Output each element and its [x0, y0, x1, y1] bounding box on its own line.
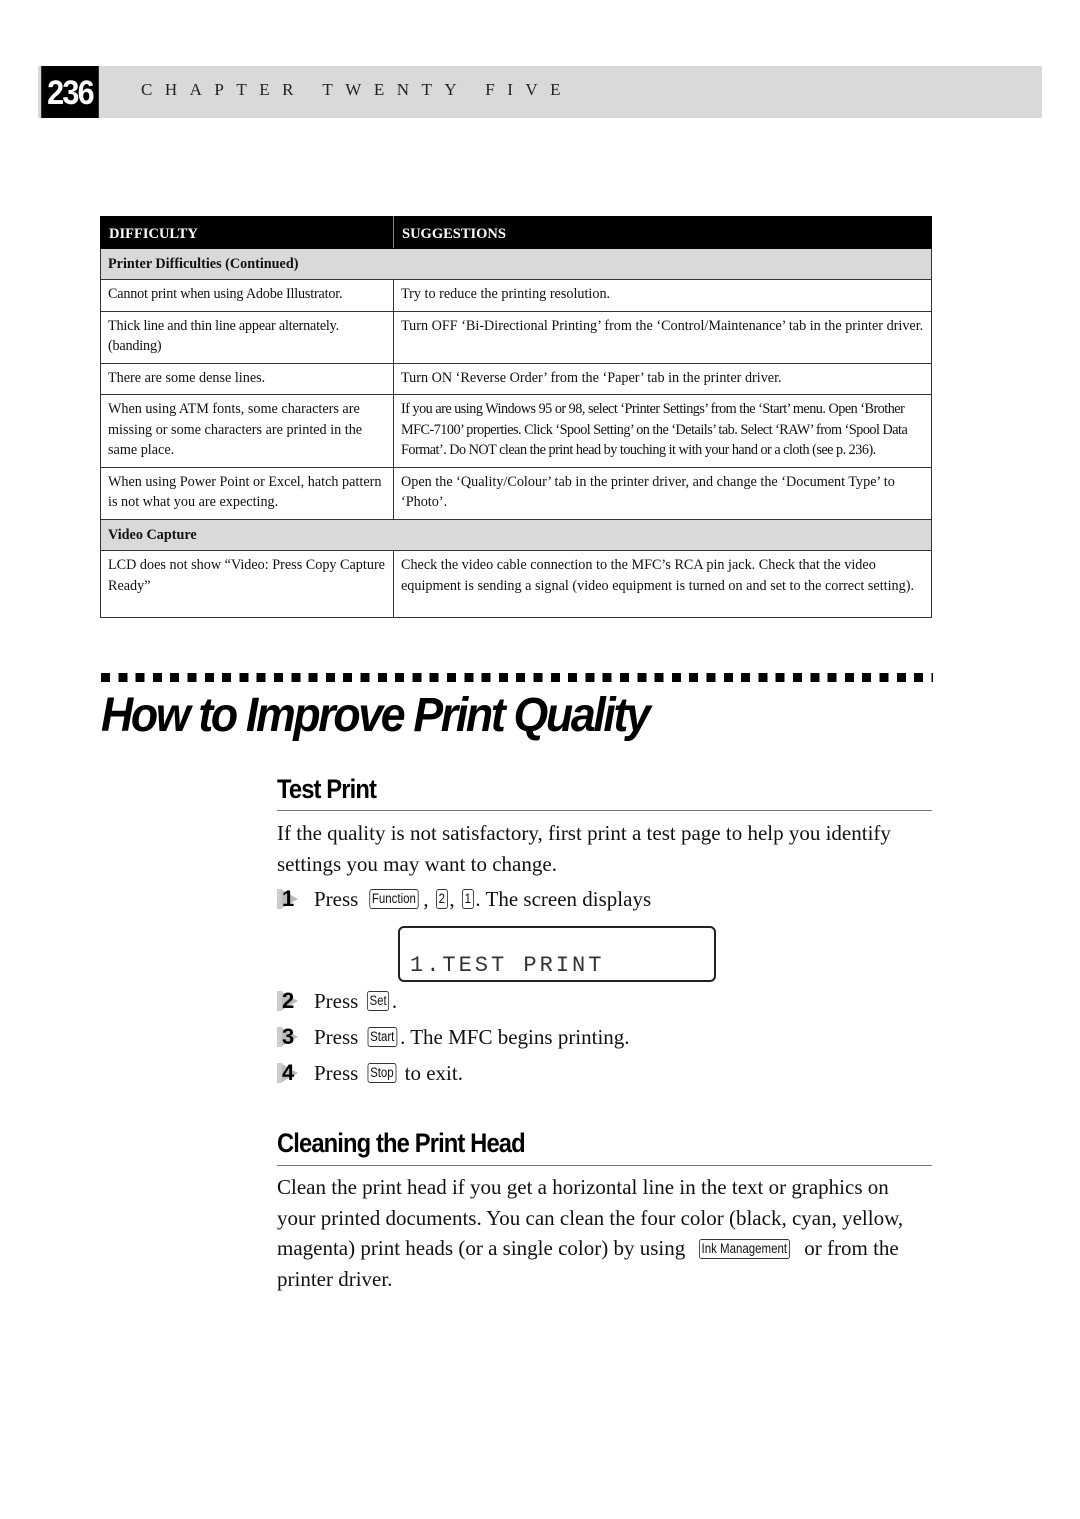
cleaning-heading: Cleaning the Print Head — [277, 1128, 526, 1158]
difficulty-cell: Cannot print when using Adobe Illustrato… — [100, 279, 394, 312]
section-title: Video Capture — [100, 518, 932, 551]
table-row: Cannot print when using Adobe Illustrato… — [100, 279, 932, 312]
step-3: 3 Press Start. The MFC begins printing. — [277, 1024, 630, 1050]
test-print-intro: If the quality is not satisfactory, firs… — [277, 821, 891, 876]
page-number: 236 — [41, 66, 99, 118]
difficulty-cell: When using Power Point or Excel, hatch p… — [100, 466, 394, 520]
key-2[interactable]: 2 — [435, 889, 448, 909]
suggestion-cell: Open the ‘Quality/Colour’ tab in the pri… — [393, 466, 932, 520]
step-text: . — [391, 989, 398, 1013]
step-text: Press — [314, 1025, 359, 1049]
stop-key[interactable]: Stop — [367, 1063, 396, 1083]
dotted-divider — [101, 673, 933, 682]
suggestion-cell: Check the video cable connection to the … — [393, 550, 932, 618]
difficulty-cell: LCD does not show “Video: Press Copy Cap… — [100, 550, 394, 618]
step-text: Press — [314, 989, 359, 1013]
step-4: 4 Press Stop to exit. — [277, 1060, 463, 1086]
section-title-heading: How to Improve Print Quality — [101, 689, 651, 742]
suggestion-cell: Turn OFF ‘Bi-Directional Printing’ from … — [393, 310, 932, 364]
step-text: to exit. — [399, 1061, 463, 1085]
cleaning-paragraph: Clean the print head if you get a horizo… — [277, 1172, 927, 1294]
column-header-suggestions: SUGGESTIONS — [393, 216, 932, 249]
step-text: . The screen displays — [475, 887, 652, 911]
table-row: There are some dense lines. Turn ON ‘Rev… — [100, 362, 932, 395]
table-row: When using Power Point or Excel, hatch p… — [100, 466, 932, 520]
table-row: Thick line and thin line appear alternat… — [100, 310, 932, 364]
troubleshooting-table: DIFFICULTY SUGGESTIONS Printer Difficult… — [100, 216, 932, 618]
suggestion-cell: Turn ON ‘Reverse Order’ from the ‘Paper’… — [393, 362, 932, 395]
section-row: Printer Difficulties (Continued) — [100, 247, 932, 280]
step-number-marker: 1 — [277, 886, 314, 912]
heading-rule — [277, 810, 932, 811]
key-1[interactable]: 1 — [461, 889, 474, 909]
suggestion-cell: Try to reduce the printing resolution. — [393, 279, 932, 312]
step-text: Press — [314, 887, 359, 911]
set-key[interactable]: Set — [366, 991, 389, 1011]
step-number-marker: 2 — [277, 988, 314, 1014]
chapter-title: CHAPTER TWENTY FIVE — [141, 80, 574, 99]
step-text: . The MFC begins printing. — [400, 1025, 630, 1049]
table-header-row: DIFFICULTY SUGGESTIONS — [100, 216, 932, 249]
table-row: LCD does not show “Video: Press Copy Cap… — [100, 550, 932, 618]
heading-rule — [277, 1165, 932, 1166]
table-row: When using ATM fonts, some characters ar… — [100, 394, 932, 468]
step-2: 2 Press Set. — [277, 988, 398, 1014]
test-print-heading: Test Print — [277, 774, 377, 804]
step-number-marker: 3 — [277, 1024, 314, 1050]
start-key[interactable]: Start — [367, 1027, 397, 1047]
step-number-marker: 4 — [277, 1060, 314, 1086]
column-header-difficulty: DIFFICULTY — [100, 216, 394, 249]
difficulty-cell: There are some dense lines. — [100, 362, 394, 395]
suggestion-cell: If you are using Windows 95 or 98, selec… — [393, 394, 932, 468]
difficulty-cell: When using ATM fonts, some characters ar… — [100, 394, 394, 468]
step-text: Press — [314, 1061, 359, 1085]
difficulty-cell: Thick line and thin line appear alternat… — [100, 310, 394, 364]
lcd-display: 1.TEST PRINT — [398, 926, 716, 982]
section-title: Printer Difficulties (Continued) — [100, 247, 932, 280]
function-key[interactable]: Function — [368, 889, 419, 909]
step-1: 1 Press Function, 2, 1. The screen displ… — [277, 886, 652, 912]
ink-management-key[interactable]: Ink Management — [699, 1239, 791, 1259]
lcd-text: 1.TEST PRINT — [410, 953, 605, 978]
section-row: Video Capture — [100, 518, 932, 551]
